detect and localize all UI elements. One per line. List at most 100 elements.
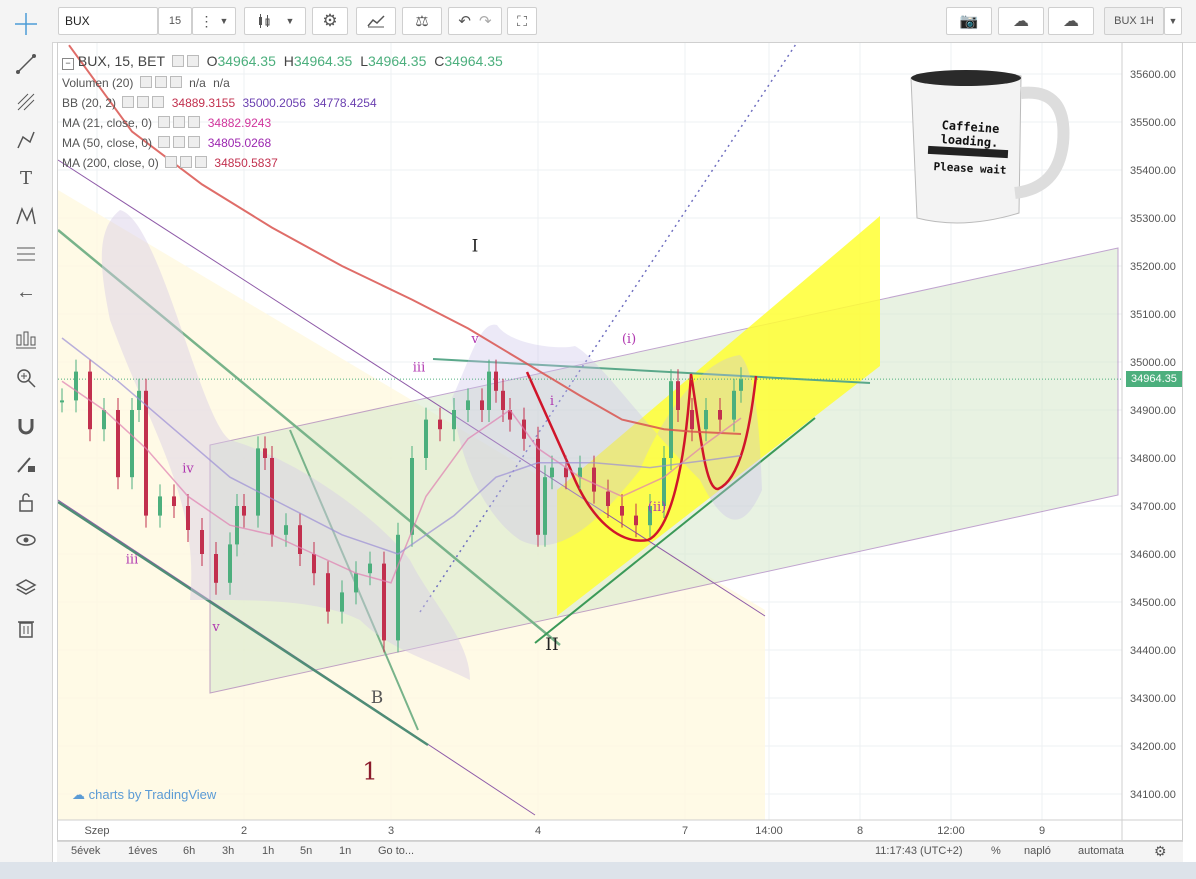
fib-icon[interactable]	[12, 240, 40, 268]
candle-body	[466, 400, 470, 410]
price-tick-label: 35000.00	[1130, 357, 1176, 369]
price-tick-label: 34600.00	[1130, 549, 1176, 561]
wave-label: iv	[182, 461, 194, 476]
trend-line-icon[interactable]	[12, 50, 40, 78]
fullscreen-button[interactable]: ⛶	[507, 7, 537, 35]
eye-icon[interactable]	[171, 55, 184, 67]
price-tick-label: 34200.00	[1130, 741, 1176, 753]
candle-body	[102, 410, 106, 430]
chevron-down-icon: ▼	[1168, 16, 1178, 26]
range-1h[interactable]: 1h	[262, 845, 274, 857]
candle-body	[620, 506, 624, 516]
range-5n[interactable]: 5n	[300, 845, 312, 857]
tradingview-branding[interactable]: ☁ charts by TradingView	[72, 787, 216, 803]
lock-draw-icon[interactable]	[12, 450, 40, 478]
gear-icon[interactable]	[173, 136, 186, 148]
path-icon[interactable]	[12, 126, 40, 154]
more-vertical-icon: ⋮	[199, 12, 214, 29]
layout-menu-button[interactable]: ▼	[1164, 7, 1182, 35]
wave-label: II	[545, 635, 558, 655]
range-5y[interactable]: 5évek	[71, 845, 100, 857]
candle-body	[690, 410, 694, 430]
close-icon[interactable]	[195, 156, 208, 168]
wave-label: iii	[126, 553, 138, 568]
magnet-icon[interactable]	[12, 412, 40, 440]
zoom-icon[interactable]	[12, 364, 40, 392]
save-layout-button[interactable]: ☁	[1048, 7, 1094, 35]
price-tick-label: 34700.00	[1130, 501, 1176, 513]
cloud-download-icon: ☁	[1013, 13, 1029, 30]
wave-label: i	[550, 394, 554, 409]
goto-button[interactable]: Go to...	[378, 845, 414, 857]
ma50-name: MA (50, close, 0)	[62, 136, 153, 150]
auto-toggle[interactable]: automata	[1078, 845, 1124, 857]
close-icon[interactable]	[188, 116, 201, 128]
close-icon[interactable]	[152, 96, 165, 108]
candle-body	[606, 491, 610, 506]
range-1y[interactable]: 1éves	[128, 845, 157, 857]
wave-label: v	[470, 332, 479, 347]
ma21-legend: MA (21, close, 0) 34882.9243	[62, 116, 271, 130]
candle-body	[550, 467, 554, 478]
layout-name[interactable]: BUX 1H	[1104, 7, 1164, 35]
range-1n[interactable]: 1n	[339, 845, 351, 857]
price-tick-label: 35400.00	[1130, 165, 1176, 177]
close-icon[interactable]	[188, 136, 201, 148]
eye-icon[interactable]	[12, 526, 40, 554]
unlock-icon[interactable]	[12, 488, 40, 516]
candle-body	[480, 400, 484, 410]
ma21-value: 34882.9243	[207, 116, 272, 130]
text-icon[interactable]: T	[12, 164, 40, 192]
gear-icon[interactable]: ⚙	[1154, 843, 1167, 860]
gear-icon[interactable]	[173, 116, 186, 128]
collapse-icon[interactable]: −	[62, 58, 74, 70]
close-value: 34964.35	[444, 53, 503, 69]
symbol-input[interactable]: BUX	[58, 7, 158, 35]
interval-menu-button[interactable]: ⋮ ▼	[192, 7, 236, 35]
candle-body	[256, 448, 260, 516]
snapshot-button[interactable]: 📷	[946, 7, 992, 35]
gear-icon[interactable]	[180, 156, 193, 168]
gear-icon[interactable]	[154, 76, 167, 88]
gear-icon[interactable]	[137, 96, 150, 108]
candle-body	[592, 467, 596, 492]
layers-icon[interactable]	[12, 574, 40, 602]
settings-button[interactable]: ⚙	[312, 7, 348, 35]
candle-body	[718, 410, 722, 420]
trash-icon[interactable]	[12, 614, 40, 642]
wave-label: (i)	[622, 332, 636, 347]
interval-select[interactable]: 15	[158, 7, 192, 35]
arrow-left-icon[interactable]: ←	[12, 278, 40, 306]
pattern-icon[interactable]	[12, 202, 40, 230]
price-tick-label: 35100.00	[1130, 309, 1176, 321]
eye-icon[interactable]	[165, 156, 178, 168]
undo-redo-group[interactable]: ↶ ↷	[448, 7, 502, 35]
candle-body	[172, 496, 176, 506]
close-icon[interactable]	[169, 76, 182, 88]
percent-toggle[interactable]: %	[991, 845, 1001, 857]
log-toggle[interactable]: napló	[1024, 845, 1051, 857]
price-tick-label: 34100.00	[1130, 789, 1176, 801]
candle-body	[116, 410, 120, 478]
eye-icon[interactable]	[158, 136, 171, 148]
crosshair-icon[interactable]	[12, 10, 40, 38]
eye-icon[interactable]	[158, 116, 171, 128]
redo-icon: ↷	[479, 13, 492, 30]
chart-type-button[interactable]: ▼	[244, 7, 306, 35]
main-series-legend: − BUX, 15, BET O34964.35 H34964.35 L3496…	[62, 53, 503, 70]
candle-body	[186, 506, 190, 530]
price-tick-label: 35500.00	[1130, 117, 1176, 129]
range-3h[interactable]: 3h	[222, 845, 234, 857]
load-layout-button[interactable]: ☁	[998, 7, 1044, 35]
close-label: C	[434, 53, 445, 69]
measure-icon[interactable]	[12, 326, 40, 354]
eye-icon[interactable]	[122, 96, 135, 108]
indicators-button[interactable]	[356, 7, 396, 35]
gear-icon[interactable]	[186, 55, 199, 67]
eye-icon[interactable]	[139, 76, 152, 88]
price-tick-label: 34500.00	[1130, 597, 1176, 609]
pitchfork-icon[interactable]	[12, 88, 40, 116]
compare-button[interactable]: ⚖	[402, 7, 442, 35]
volume-legend: Volumen (20) n/a n/a	[62, 76, 230, 90]
range-6h[interactable]: 6h	[183, 845, 195, 857]
